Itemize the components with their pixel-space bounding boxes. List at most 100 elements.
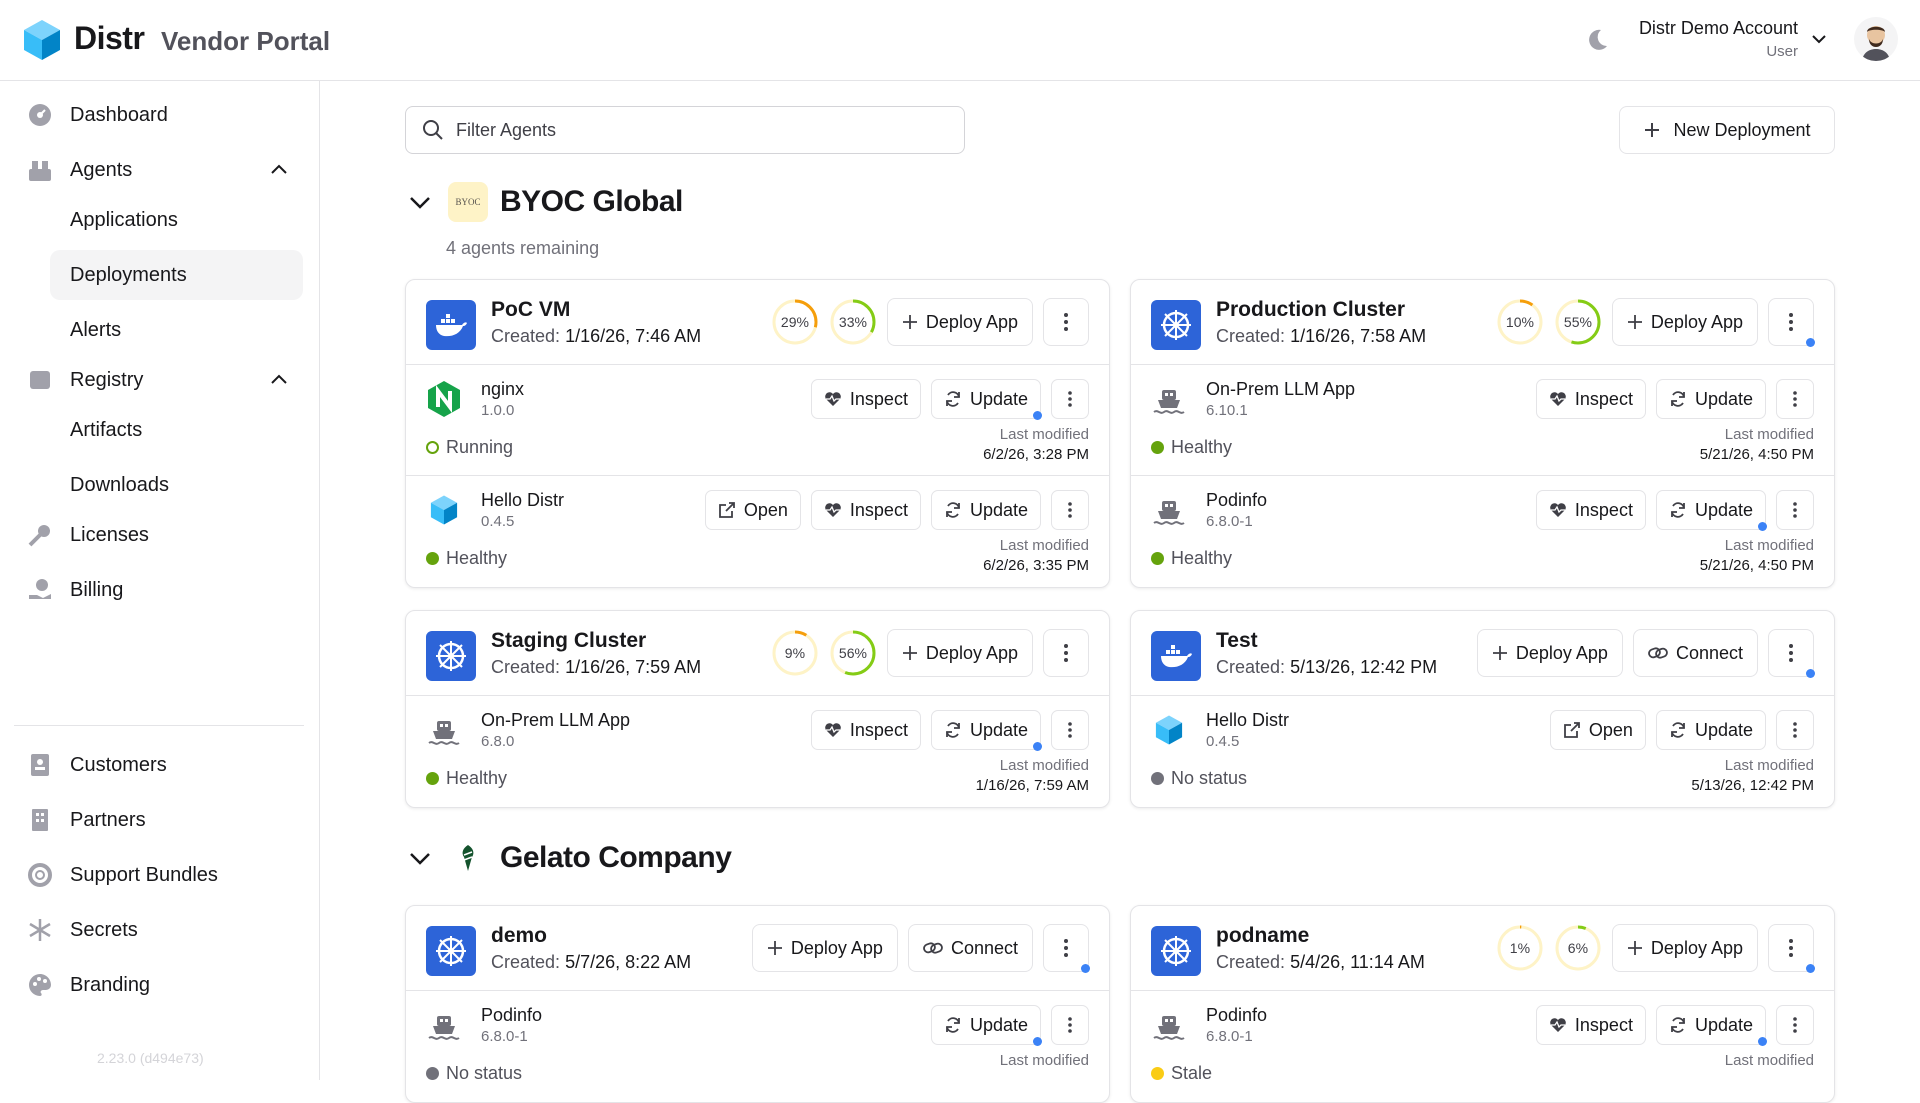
- sidebar-item-licenses[interactable]: Licenses: [26, 515, 149, 555]
- more-options-button[interactable]: [1776, 1005, 1814, 1045]
- kebab-icon: [1789, 644, 1793, 662]
- update-button[interactable]: Update: [1655, 710, 1766, 750]
- inspect-button[interactable]: Inspect: [810, 490, 921, 530]
- chevron-down-icon[interactable]: [1810, 30, 1828, 48]
- sidebar-item-artifacts[interactable]: Artifacts: [50, 405, 303, 455]
- group-header-byoc-global: BYOC BYOC Global: [406, 182, 683, 222]
- account-menu[interactable]: Distr Demo Account User: [1639, 18, 1798, 60]
- sidebar-item-branding[interactable]: Branding: [26, 965, 150, 1005]
- agent-card-header: Production Cluster Created: 1/16/26, 7:5…: [1131, 280, 1834, 365]
- more-options-button[interactable]: [1051, 1005, 1089, 1045]
- refresh-icon: [946, 1017, 960, 1033]
- agent-card-header: demo Created: 5/7/26, 8:22 AM Deploy App…: [406, 906, 1109, 991]
- key-icon: [26, 521, 54, 549]
- more-options-button[interactable]: [1043, 924, 1090, 973]
- kebab-icon: [1064, 313, 1068, 331]
- app-version: 6.8.0-1: [1206, 513, 1253, 530]
- more-options-button[interactable]: [1768, 629, 1815, 678]
- notification-dot: [1806, 338, 1815, 347]
- deploy-app-button[interactable]: Deploy App: [886, 629, 1033, 677]
- more-options-button[interactable]: [1043, 298, 1089, 346]
- open-button[interactable]: Open: [704, 490, 801, 530]
- deploy-app-button[interactable]: Deploy App: [1476, 629, 1623, 677]
- connect-button[interactable]: Connect: [907, 924, 1033, 972]
- inspect-button[interactable]: Inspect: [1535, 490, 1646, 530]
- sidebar-item-registry[interactable]: Registry: [26, 360, 143, 400]
- refresh-icon: [1671, 1017, 1685, 1033]
- notification-dot: [1806, 669, 1815, 678]
- update-button[interactable]: Update: [1655, 379, 1766, 419]
- new-deployment-button[interactable]: New Deployment: [1619, 106, 1835, 154]
- update-button[interactable]: Update: [930, 490, 1041, 530]
- inspect-button[interactable]: Inspect: [810, 379, 921, 419]
- agent-card-header: podname Created: 5/4/26, 11:14 AM 1% 6% …: [1131, 906, 1834, 991]
- inspect-button[interactable]: Inspect: [810, 710, 921, 750]
- update-button[interactable]: Update: [930, 379, 1042, 420]
- deploy-app-button[interactable]: Deploy App: [1611, 924, 1758, 972]
- chevron-up-icon[interactable]: [268, 159, 290, 181]
- update-button[interactable]: Update: [1655, 1005, 1767, 1046]
- deploy-app-button[interactable]: Deploy App: [1611, 298, 1758, 346]
- deploy-app-button[interactable]: Deploy App: [751, 924, 898, 972]
- sidebar-item-alerts[interactable]: Alerts: [50, 305, 303, 355]
- agent-created: Created: 1/16/26, 7:58 AM: [1216, 326, 1427, 346]
- kebab-icon: [1068, 1017, 1072, 1033]
- more-options-button[interactable]: [1768, 924, 1815, 973]
- sidebar-item-label: Customers: [70, 753, 167, 776]
- portal-subtitle: Vendor Portal: [161, 26, 331, 56]
- update-button[interactable]: Update: [930, 710, 1042, 751]
- chevron-down-icon[interactable]: [406, 844, 434, 872]
- app-name: nginx: [481, 379, 525, 399]
- update-available-dot: [1758, 522, 1767, 531]
- open-button[interactable]: Open: [1549, 710, 1646, 750]
- sidebar-item-customers[interactable]: Customers: [26, 745, 167, 785]
- memory-usage-ring: 56%: [829, 629, 877, 677]
- inspect-button[interactable]: Inspect: [1535, 379, 1646, 419]
- app-status: Stale: [1151, 1063, 1212, 1084]
- agent-card: Staging Cluster Created: 1/16/26, 7:59 A…: [405, 610, 1110, 808]
- inspect-button[interactable]: Inspect: [1535, 1005, 1646, 1045]
- chevron-up-icon[interactable]: [268, 369, 290, 391]
- distr-logo-icon[interactable]: [22, 18, 62, 62]
- filter-agents-input[interactable]: [456, 119, 936, 141]
- avatar[interactable]: [1854, 17, 1898, 61]
- dark-mode-icon[interactable]: [1584, 27, 1610, 53]
- kubernetes-icon: [1151, 300, 1201, 350]
- more-options-button[interactable]: [1051, 379, 1089, 419]
- cpu-usage-ring: 1%: [1496, 924, 1544, 972]
- deploy-app-button[interactable]: Deploy App: [886, 298, 1033, 346]
- gelato-logo-icon: [448, 838, 488, 878]
- sidebar-item-dashboard[interactable]: Dashboard: [26, 95, 168, 135]
- more-options-button[interactable]: [1051, 490, 1089, 530]
- sidebar-item-label: Branding: [70, 973, 151, 996]
- plus-icon: [767, 941, 782, 955]
- more-options-button[interactable]: [1051, 710, 1089, 750]
- sidebar-item-downloads[interactable]: Downloads: [50, 460, 303, 510]
- sidebar-item-applications[interactable]: Applications: [50, 195, 303, 245]
- update-button[interactable]: Update: [930, 1005, 1042, 1046]
- sidebar-item-deployments[interactable]: Deployments: [50, 250, 303, 300]
- agent-created: Created: 1/16/26, 7:46 AM: [491, 326, 702, 346]
- app-version: 2.23.0 (d494e73): [97, 1050, 204, 1066]
- notification-dot: [1081, 964, 1090, 973]
- sidebar-item-agents[interactable]: Agents: [26, 150, 132, 190]
- more-options-button[interactable]: [1776, 710, 1814, 750]
- agent-created: Created: 5/13/26, 12:42 PM: [1216, 657, 1438, 677]
- more-options-button[interactable]: [1043, 629, 1089, 677]
- sidebar-item-label: Partners: [70, 808, 146, 831]
- more-options-button[interactable]: [1776, 379, 1814, 419]
- sidebar-item-support-bundles[interactable]: Support Bundles: [26, 855, 218, 895]
- sidebar-item-billing[interactable]: Billing: [26, 570, 123, 610]
- more-options-button[interactable]: [1768, 298, 1815, 347]
- more-options-button[interactable]: [1776, 490, 1814, 530]
- sidebar-item-partners[interactable]: Partners: [26, 800, 146, 840]
- app-version: 6.8.0-1: [1206, 1028, 1253, 1045]
- update-button[interactable]: Update: [1655, 490, 1767, 531]
- chevron-down-icon[interactable]: [406, 188, 434, 216]
- connect-button[interactable]: Connect: [1632, 629, 1758, 677]
- filter-agents-field[interactable]: [405, 106, 965, 154]
- sidebar-item-secrets[interactable]: Secrets: [26, 910, 138, 950]
- memory-usage-ring: 33%: [829, 298, 877, 346]
- kebab-icon: [1789, 939, 1793, 957]
- refresh-icon: [946, 502, 960, 518]
